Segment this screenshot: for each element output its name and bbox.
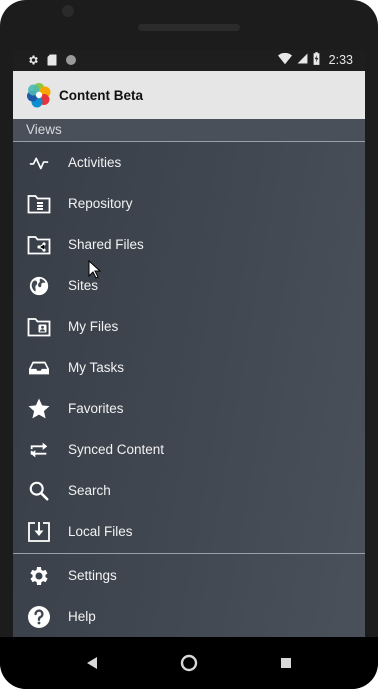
battery-charging-icon	[313, 52, 320, 68]
sd-card-icon	[47, 53, 57, 71]
menu-label: Repository	[68, 196, 133, 211]
menu-item-repository[interactable]: Repository	[13, 183, 365, 224]
menu-item-search[interactable]: Search	[13, 470, 365, 511]
inbox-tray-icon	[26, 355, 52, 381]
menu-label: Activities	[68, 155, 122, 170]
menu-item-local-files[interactable]: Local Files	[13, 511, 365, 552]
back-icon[interactable]	[78, 649, 106, 677]
search-icon	[26, 478, 52, 504]
status-notifications	[27, 53, 77, 71]
sync-arrows-icon	[26, 437, 52, 463]
cell-signal-icon	[297, 53, 308, 67]
section-header-label: Views	[26, 122, 62, 137]
front-camera	[62, 5, 74, 17]
status-time: 2:33	[328, 53, 353, 67]
menu-item-shared-files[interactable]: Shared Files	[13, 224, 365, 265]
menu-label: Synced Content	[68, 442, 165, 457]
menu-item-synced-content[interactable]: Synced Content	[13, 429, 365, 470]
section-header: Views	[13, 119, 365, 141]
menu-item-activities[interactable]: Activities	[13, 142, 365, 183]
gear-icon	[27, 53, 39, 71]
menu-label: Sites	[68, 278, 99, 293]
star-icon	[26, 396, 52, 422]
home-icon[interactable]	[175, 649, 203, 677]
menu-label: My Files	[68, 319, 119, 334]
status-system-icons: 2:33	[277, 52, 353, 68]
phone-frame: 2:33 Content Beta Views Activities Repos…	[0, 0, 378, 689]
globe-icon	[26, 273, 52, 299]
app-title: Content Beta	[59, 87, 143, 103]
app-bar: Content Beta	[13, 71, 365, 119]
activity-pulse-icon	[26, 150, 52, 176]
navigation-drawer: Views Activities Repository Shared Files…	[13, 119, 365, 637]
device-screen: 2:33 Content Beta Views Activities Repos…	[13, 50, 365, 637]
download-box-icon	[26, 519, 52, 545]
menu-item-sites[interactable]: Sites	[13, 265, 365, 306]
divider	[13, 553, 365, 554]
menu-label: Local Files	[68, 524, 133, 539]
gear-icon	[26, 563, 52, 589]
earpiece-speaker	[138, 24, 240, 31]
menu-item-help[interactable]: Help	[13, 596, 365, 637]
menu-item-my-tasks[interactable]: My Tasks	[13, 347, 365, 388]
menu-label: Shared Files	[68, 237, 144, 252]
folder-share-icon	[26, 232, 52, 258]
menu-label: Settings	[68, 568, 117, 583]
menu-item-favorites[interactable]: Favorites	[13, 388, 365, 429]
help-circle-icon	[26, 604, 52, 630]
alfresco-logo-icon	[26, 82, 52, 108]
mouse-pointer-icon	[88, 260, 102, 279]
menu-label: Favorites	[68, 401, 124, 416]
menu-item-my-files[interactable]: My Files	[13, 306, 365, 347]
menu-label: Help	[68, 609, 96, 624]
menu-label: My Tasks	[68, 360, 125, 375]
menu-label: Search	[68, 483, 111, 498]
status-bar: 2:33	[13, 50, 365, 71]
menu-item-settings[interactable]: Settings	[13, 555, 365, 596]
recents-icon[interactable]	[272, 649, 300, 677]
circle-icon	[65, 53, 77, 71]
wifi-icon	[277, 52, 292, 68]
folder-person-icon	[26, 314, 52, 340]
system-nav-bar	[0, 637, 378, 689]
folder-database-icon	[26, 191, 52, 217]
